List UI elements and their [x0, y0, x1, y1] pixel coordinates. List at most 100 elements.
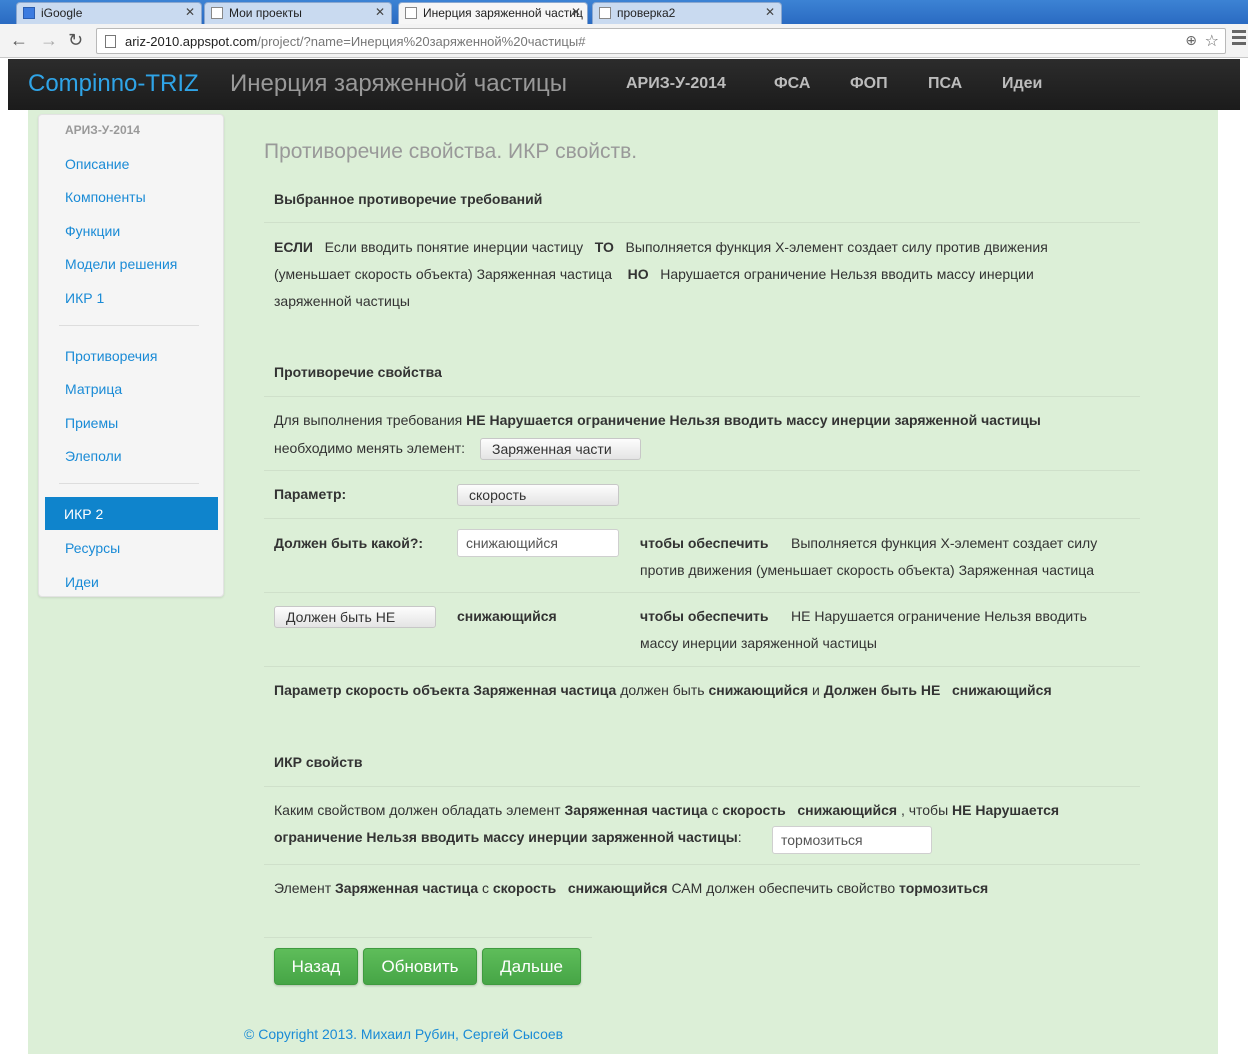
- element-select-button[interactable]: Заряженная части: [480, 438, 641, 460]
- sidebar-item-elepoli[interactable]: Элеполи: [65, 448, 122, 464]
- sidebar-item-description[interactable]: Описание: [65, 156, 129, 172]
- brand-link[interactable]: Compinno-TRIZ: [28, 70, 199, 98]
- divider: [264, 786, 1140, 787]
- ikr-t1: Каким свойством должен обладать элемент: [274, 802, 561, 818]
- browser-tab-igoogle[interactable]: iGoogle ✕: [16, 2, 202, 24]
- then-text: Выполняется функция Х-элемент создает си…: [625, 239, 1048, 255]
- divider: [264, 396, 1140, 397]
- summary-t1: должен быть: [620, 682, 705, 698]
- back-button[interactable]: Назад: [274, 948, 358, 985]
- to-ensure-not-text-2: массу инерции заряженной частицы: [640, 635, 877, 651]
- next-button[interactable]: Дальше: [482, 948, 581, 985]
- section-heading: Противоречие свойства: [274, 364, 442, 380]
- url-host: ariz-2010.appspot.com: [125, 34, 258, 49]
- final-line: Элемент Заряженная частица с скорость сн…: [274, 875, 988, 902]
- sidebar-item-models[interactable]: Модели решения: [65, 256, 177, 272]
- zoom-icon[interactable]: ⊕: [1185, 32, 1197, 49]
- update-button[interactable]: Обновить: [363, 948, 477, 985]
- summary-line: Параметр скорость объекта Заряженная час…: [274, 677, 1052, 704]
- tab-label: Мои проекты: [229, 6, 302, 20]
- ikr-b3: НЕ Нарушается: [952, 802, 1060, 818]
- divider: [264, 937, 592, 938]
- app-navbar: Compinno-TRIZ Инерция заряженной частицы…: [8, 59, 1240, 110]
- page-icon: [105, 35, 116, 48]
- sidebar-item-techniques[interactable]: Приемы: [65, 415, 118, 431]
- section-heading: Выбранное противоречие требований: [274, 191, 543, 207]
- final-t2: с: [482, 880, 489, 896]
- if-text: Если вводить понятие инерции частицу: [324, 239, 584, 255]
- forward-arrow-icon[interactable]: →: [40, 30, 58, 50]
- nav-link-fsa[interactable]: ФСА: [774, 75, 810, 93]
- should-be-label: Должен быть какой?:: [274, 535, 424, 551]
- sidebar-item-resources[interactable]: Ресурсы: [65, 540, 120, 556]
- bookmark-star-icon[interactable]: ☆: [1205, 31, 1219, 51]
- then-text-2: (уменьшает скорость объекта) Заряженная …: [274, 266, 613, 282]
- final-b1: Заряженная частица: [335, 880, 479, 896]
- back-arrow-icon[interactable]: ←: [10, 30, 28, 50]
- param-select-button[interactable]: скорость: [457, 484, 619, 506]
- nav-link-ideas[interactable]: Идеи: [1002, 75, 1042, 93]
- tab-label: iGoogle: [41, 6, 83, 20]
- sidebar-item-ikr2[interactable]: ИКР 2: [45, 497, 218, 530]
- sidebar-divider: [59, 483, 199, 484]
- close-icon[interactable]: ✕: [185, 5, 195, 19]
- req-bold: НЕ Нарушается ограничение Нельзя вводить…: [466, 412, 1041, 428]
- sidebar-item-contradictions[interactable]: Противоречия: [65, 348, 157, 364]
- browser-tab-active[interactable]: Инерция заряженной частиц ✕: [398, 2, 588, 24]
- to-ensure-text: Выполняется функция Х-элемент создает си…: [791, 535, 1098, 551]
- ikr-t2: с: [711, 802, 719, 818]
- tab-label: проверка2: [617, 6, 676, 20]
- to-ensure-label-2: чтобы обеспечить: [640, 608, 769, 624]
- req-prefix: Для выполнения требования: [274, 412, 463, 428]
- browser-menu-icon[interactable]: [1232, 30, 1246, 48]
- final-t3: САМ должен обеспечить свойство: [671, 880, 896, 896]
- summary-b3: Должен быть НЕ снижающийся: [823, 682, 1052, 698]
- footer-copyright[interactable]: © Copyright 2013. Михаил Рубин, Сергей С…: [244, 1026, 563, 1042]
- should-not-value: снижающийся: [457, 608, 557, 624]
- address-bar[interactable]: ariz-2010.appspot.com/project/?name=Инер…: [96, 28, 1226, 54]
- but-label: НО: [627, 266, 649, 282]
- close-icon[interactable]: ✕: [571, 5, 581, 19]
- contradiction-line-1: ЕСЛИ Если вводить понятие инерции частиц…: [274, 234, 1048, 261]
- sidebar-item-ikr1[interactable]: ИКР 1: [65, 290, 104, 306]
- page-favicon-icon: [211, 7, 223, 19]
- page-body: АРИЗ-У-2014 Описание Компоненты Функции …: [28, 110, 1218, 1054]
- sidebar-item-matrix[interactable]: Матрица: [65, 381, 122, 397]
- sidebar-item-ideas[interactable]: Идеи: [65, 574, 99, 590]
- final-t1: Элемент: [274, 880, 332, 896]
- nav-link-ariz[interactable]: АРИЗ-У-2014: [626, 75, 726, 93]
- sidebar-item-components[interactable]: Компоненты: [65, 189, 146, 205]
- ikr-property-input[interactable]: тормозиться: [772, 826, 932, 854]
- browser-toolbar: ← → ↻ ariz-2010.appspot.com/project/?nam…: [0, 24, 1248, 58]
- url-path: /project/?name=Инерция%20заряженной%20ча…: [257, 34, 586, 49]
- ikr-b1: Заряженная частица: [564, 802, 708, 818]
- close-icon[interactable]: ✕: [375, 5, 385, 19]
- ikr-b2: скорость снижающийся: [722, 802, 898, 818]
- final-b3: тормозиться: [899, 880, 989, 896]
- if-label: ЕСЛИ: [274, 239, 313, 255]
- sidebar-item-functions[interactable]: Функции: [65, 223, 120, 239]
- browser-tab-projects[interactable]: Мои проекты ✕: [204, 2, 392, 24]
- divider: [264, 864, 1140, 865]
- summary-b1: Параметр скорость объекта Заряженная час…: [274, 682, 617, 698]
- but-text: Нарушается ограничение Нельзя вводить ма…: [660, 266, 1034, 282]
- nav-link-fop[interactable]: ФОП: [850, 75, 888, 93]
- browser-tab-check2[interactable]: проверка2 ✕: [592, 2, 782, 24]
- param-label: Параметр:: [274, 486, 347, 502]
- nav-link-psa[interactable]: ПСА: [928, 75, 962, 93]
- should-be-input[interactable]: снижающийся: [457, 529, 619, 557]
- sidebar-header: АРИЗ-У-2014: [65, 123, 140, 137]
- ikr-line-2: ограничение Нельзя вводить массу инерции…: [274, 824, 742, 851]
- ikr-line-1: Каким свойством должен обладать элемент …: [274, 797, 1059, 824]
- google-favicon-icon: [23, 7, 35, 19]
- divider: [264, 592, 1140, 593]
- reload-icon[interactable]: ↻: [68, 30, 83, 50]
- contradiction-line-2: (уменьшает скорость объекта) Заряженная …: [274, 261, 1034, 288]
- should-not-button[interactable]: Должен быть НЕ: [274, 606, 436, 628]
- close-icon[interactable]: ✕: [765, 5, 775, 19]
- page-favicon-icon: [599, 7, 611, 19]
- divider: [264, 518, 1140, 519]
- sidebar-divider: [59, 325, 199, 326]
- to-ensure-text-2: против движения (уменьшает скорость объе…: [640, 562, 1095, 578]
- summary-t2: и: [812, 682, 820, 698]
